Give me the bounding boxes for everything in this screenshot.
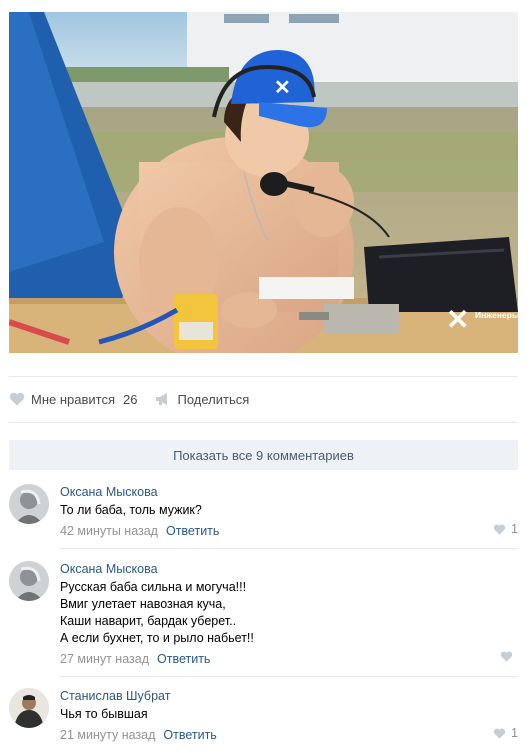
comment-time[interactable]: 21 минуту назад: [60, 728, 155, 742]
reply-link[interactable]: Ответить: [166, 524, 219, 538]
show-all-comments-button[interactable]: Показать все 9 комментариев: [9, 440, 518, 470]
divider: [9, 376, 518, 377]
post-actions: Мне нравится 26 Поделиться: [9, 386, 518, 412]
comment-time[interactable]: 27 минут назад: [60, 652, 149, 666]
like-button[interactable]: Мне нравится 26: [9, 392, 137, 407]
comment-like-button[interactable]: [500, 651, 518, 662]
megaphone-icon: [156, 393, 168, 405]
comment-author[interactable]: Станислав Шубрат: [60, 688, 170, 704]
comment-author[interactable]: Оксана Мыскова: [60, 561, 158, 577]
comment-like-button[interactable]: 1: [493, 522, 518, 536]
post-photo[interactable]: ✕ ✕ Инженеры будущего: [9, 12, 518, 353]
heart-icon: [493, 524, 506, 535]
divider: [60, 548, 518, 549]
divider: [9, 422, 518, 423]
comment-meta: 27 минут назад Ответить: [60, 651, 518, 667]
comment-author[interactable]: Оксана Мыскова: [60, 484, 158, 500]
divider: [60, 676, 518, 677]
comment-like-count: 1: [511, 522, 518, 536]
post-photo-image: ✕ ✕ Инженеры будущего: [9, 12, 518, 353]
heart-icon: [493, 728, 506, 739]
like-count: 26: [123, 391, 138, 407]
comment-item: Оксана Мыскова Русская баба сильна и мог…: [9, 561, 518, 671]
svg-text:✕: ✕: [274, 77, 291, 99]
watermark-logo: ✕: [446, 304, 469, 335]
comment-text: То ли баба, толь мужик?: [60, 503, 202, 517]
share-label: Поделиться: [177, 391, 250, 407]
avatar-image: [9, 484, 49, 524]
comment-meta: 21 минуту назад Ответить: [60, 727, 518, 743]
comment-item: Оксана Мыскова То ли баба, толь мужик? 4…: [9, 484, 518, 544]
avatar-image: [9, 688, 49, 728]
comment-text: Чья то бывшая: [60, 707, 148, 721]
watermark-text: Инженеры будущего: [475, 310, 518, 320]
comment-meta: 42 минуты назад Ответить: [60, 523, 518, 539]
avatar-image: [9, 561, 49, 601]
comment-like-button[interactable]: 1: [493, 726, 518, 740]
like-label: Мне нравится: [31, 391, 116, 407]
heart-icon: [9, 392, 25, 406]
comment-like-count: 1: [511, 726, 518, 740]
reply-link[interactable]: Ответить: [157, 652, 210, 666]
avatar[interactable]: [9, 561, 49, 601]
share-button[interactable]: Поделиться: [155, 392, 249, 407]
reply-link[interactable]: Ответить: [163, 728, 216, 742]
avatar[interactable]: [9, 688, 49, 728]
comment-item: Станислав Шубрат Чья то бывшая 21 минуту…: [9, 688, 518, 748]
avatar[interactable]: [9, 484, 49, 524]
comment-text: Русская баба сильна и могуча!!! Вмиг уле…: [60, 580, 254, 645]
heart-icon: [500, 651, 513, 662]
comment-time[interactable]: 42 минуты назад: [60, 524, 158, 538]
svg-text:✕: ✕: [446, 304, 469, 335]
